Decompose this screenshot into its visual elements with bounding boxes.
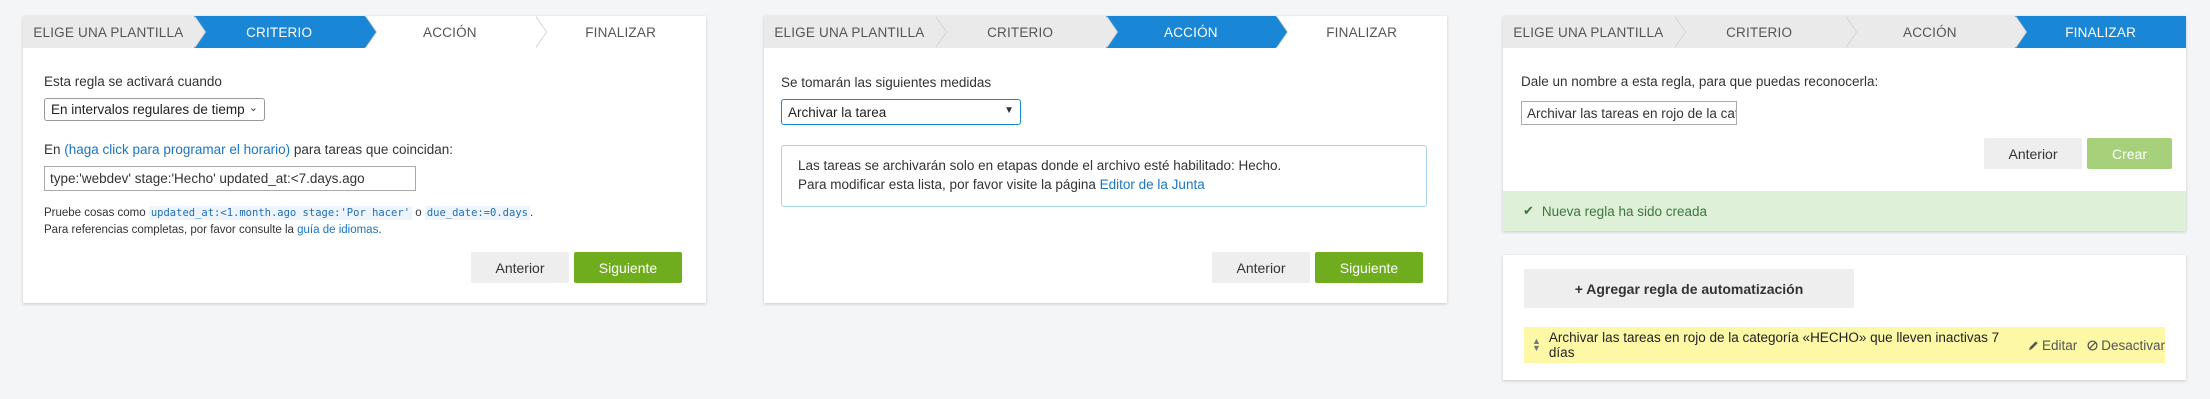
rule-text: Archivar las tareas en rojo de la catego… — [1548, 330, 2000, 360]
step-label: FINALIZAR — [1326, 24, 1398, 40]
step-label: FINALIZAR — [585, 24, 657, 40]
language-guide-link[interactable]: guía de idiomas — [297, 224, 378, 236]
step-label: ACCIÓN — [1903, 24, 1957, 40]
schedule-label: En (haga click para programar el horario… — [44, 142, 453, 157]
schedule-prefix: En — [44, 142, 65, 157]
reference-hint: Para referencias completas, por favor co… — [44, 224, 382, 236]
step-label: ACCIÓN — [1164, 24, 1218, 40]
step-action[interactable]: ACCIÓN — [364, 16, 547, 48]
wizard-steps: ELIGE UNA PLANTILLA CRITERIO ACCIÓN FINA… — [23, 16, 706, 48]
wizard-steps: ELIGE UNA PLANTILLA CRITERIO ACCIÓN FINA… — [1503, 16, 2186, 48]
automation-rules-panel: + Agregar regla de automatización ▲ ▼ Arc… — [1503, 255, 2186, 380]
step-template[interactable]: ELIGE UNA PLANTILLA — [23, 16, 206, 48]
drag-handle-icon[interactable]: ▲ ▼ — [1532, 337, 1541, 353]
info-line-2-prefix: Para modificar esta lista, por favor vis… — [798, 177, 1100, 192]
step-label: ACCIÓN — [423, 24, 477, 40]
step-label: CRITERIO — [987, 24, 1054, 40]
back-button[interactable]: Anterior — [471, 252, 569, 283]
back-button[interactable]: Anterior — [1984, 138, 2082, 169]
caret-down-icon: ▼ — [1004, 105, 1014, 116]
edit-rule-button[interactable]: Editar — [2028, 338, 2077, 353]
step-template[interactable]: ELIGE UNA PLANTILLA — [1503, 16, 1686, 48]
next-button[interactable]: Siguiente — [1315, 252, 1423, 283]
schedule-link[interactable]: (haga click para programar el horario) — [64, 142, 290, 157]
rule-wizard-finish-panel: ELIGE UNA PLANTILLA CRITERIO ACCIÓN FINA… — [1503, 16, 2186, 231]
ref-prefix: Para referencias completas, por favor co… — [44, 224, 298, 236]
step-action[interactable]: ACCIÓN — [1105, 16, 1288, 48]
query-input[interactable]: type:'webdev' stage:'Hecho' updated_at:<… — [44, 166, 416, 191]
board-editor-link[interactable]: Editor de la Junta — [1100, 177, 1205, 192]
ban-icon — [2087, 339, 2098, 351]
schedule-suffix: para tareas que coincidan: — [290, 142, 453, 157]
step-action[interactable]: ACCIÓN — [1844, 16, 2027, 48]
trigger-label: Esta regla se activará cuando — [44, 74, 222, 89]
step-criteria[interactable]: CRITERIO — [193, 16, 377, 48]
hint-end: . — [529, 207, 534, 219]
step-criteria[interactable]: CRITERIO — [1673, 16, 1857, 48]
step-finish[interactable]: FINALIZAR — [535, 16, 706, 48]
rule-name-label: Dale un nombre a esta regla, para que pu… — [1521, 74, 1879, 89]
trigger-select[interactable]: En intervalos regulares de tiemp ⌄ — [44, 98, 265, 121]
step-finish[interactable]: FINALIZAR — [1276, 16, 1447, 48]
step-label: CRITERIO — [246, 24, 313, 40]
back-button[interactable]: Anterior — [1212, 252, 1310, 283]
info-line-1: Las tareas se archivarán solo en etapas … — [798, 158, 1282, 173]
next-button[interactable]: Siguiente — [574, 252, 682, 283]
add-automation-rule-button[interactable]: + Agregar regla de automatización — [1524, 269, 1854, 308]
step-label: CRITERIO — [1726, 24, 1793, 40]
hint-or: o — [412, 207, 425, 219]
step-finish[interactable]: FINALIZAR — [2015, 16, 2186, 48]
success-message: ✔ Nueva regla ha sido creada — [1503, 191, 2186, 231]
chevron-down-icon: ⌄ — [248, 102, 258, 114]
measures-label: Se tomarán las siguientes medidas — [781, 75, 992, 90]
hint-example-2: due_date:=0.days — [424, 206, 530, 220]
archive-info-box: Las tareas se archivarán solo en etapas … — [781, 145, 1427, 207]
wizard-steps: ELIGE UNA PLANTILLA CRITERIO ACCIÓN FINA… — [764, 16, 1447, 48]
rule-wizard-criteria-panel: ELIGE UNA PLANTILLA CRITERIO ACCIÓN FINA… — [23, 16, 706, 303]
automation-rule-item[interactable]: ▲ ▼ Archivar las tareas en rojo de la cat… — [1524, 327, 2165, 363]
create-button[interactable]: Crear — [2087, 138, 2172, 169]
rule-wizard-action-panel: ELIGE UNA PLANTILLA CRITERIO ACCIÓN FINA… — [764, 16, 1447, 303]
disable-label: Desactivar — [2101, 337, 2165, 353]
trigger-select-value: En intervalos regulares de tiemp — [51, 102, 245, 117]
success-text: Nueva regla ha sido creada — [1541, 203, 1708, 219]
action-select[interactable]: Archivar la tarea ▼ — [781, 99, 1021, 125]
rule-name-input[interactable]: Archivar las tareas en rojo de la cate — [1521, 101, 1737, 125]
pencil-icon — [2028, 340, 2038, 350]
hint-example-1: updated_at:<1.month.ago stage:'Por hacer… — [148, 206, 413, 220]
check-icon: ✔ — [1523, 203, 1534, 218]
query-hint: Pruebe cosas como updated_at:<1.month.ag… — [44, 206, 534, 220]
disable-rule-button[interactable]: Desactivar — [2087, 338, 2165, 353]
hint-prefix: Pruebe cosas como — [44, 207, 149, 219]
step-label: ELIGE UNA PLANTILLA — [33, 24, 184, 40]
step-template[interactable]: ELIGE UNA PLANTILLA — [764, 16, 947, 48]
action-select-value: Archivar la tarea — [788, 105, 887, 120]
info-line-2: Para modificar esta lista, por favor vis… — [798, 175, 1410, 194]
step-criteria[interactable]: CRITERIO — [934, 16, 1118, 48]
step-label: ELIGE UNA PLANTILLA — [1513, 24, 1664, 40]
step-label: FINALIZAR — [2065, 24, 2137, 40]
edit-label: Editar — [2041, 337, 2078, 353]
ref-end: . — [378, 224, 382, 236]
step-label: ELIGE UNA PLANTILLA — [774, 24, 925, 40]
